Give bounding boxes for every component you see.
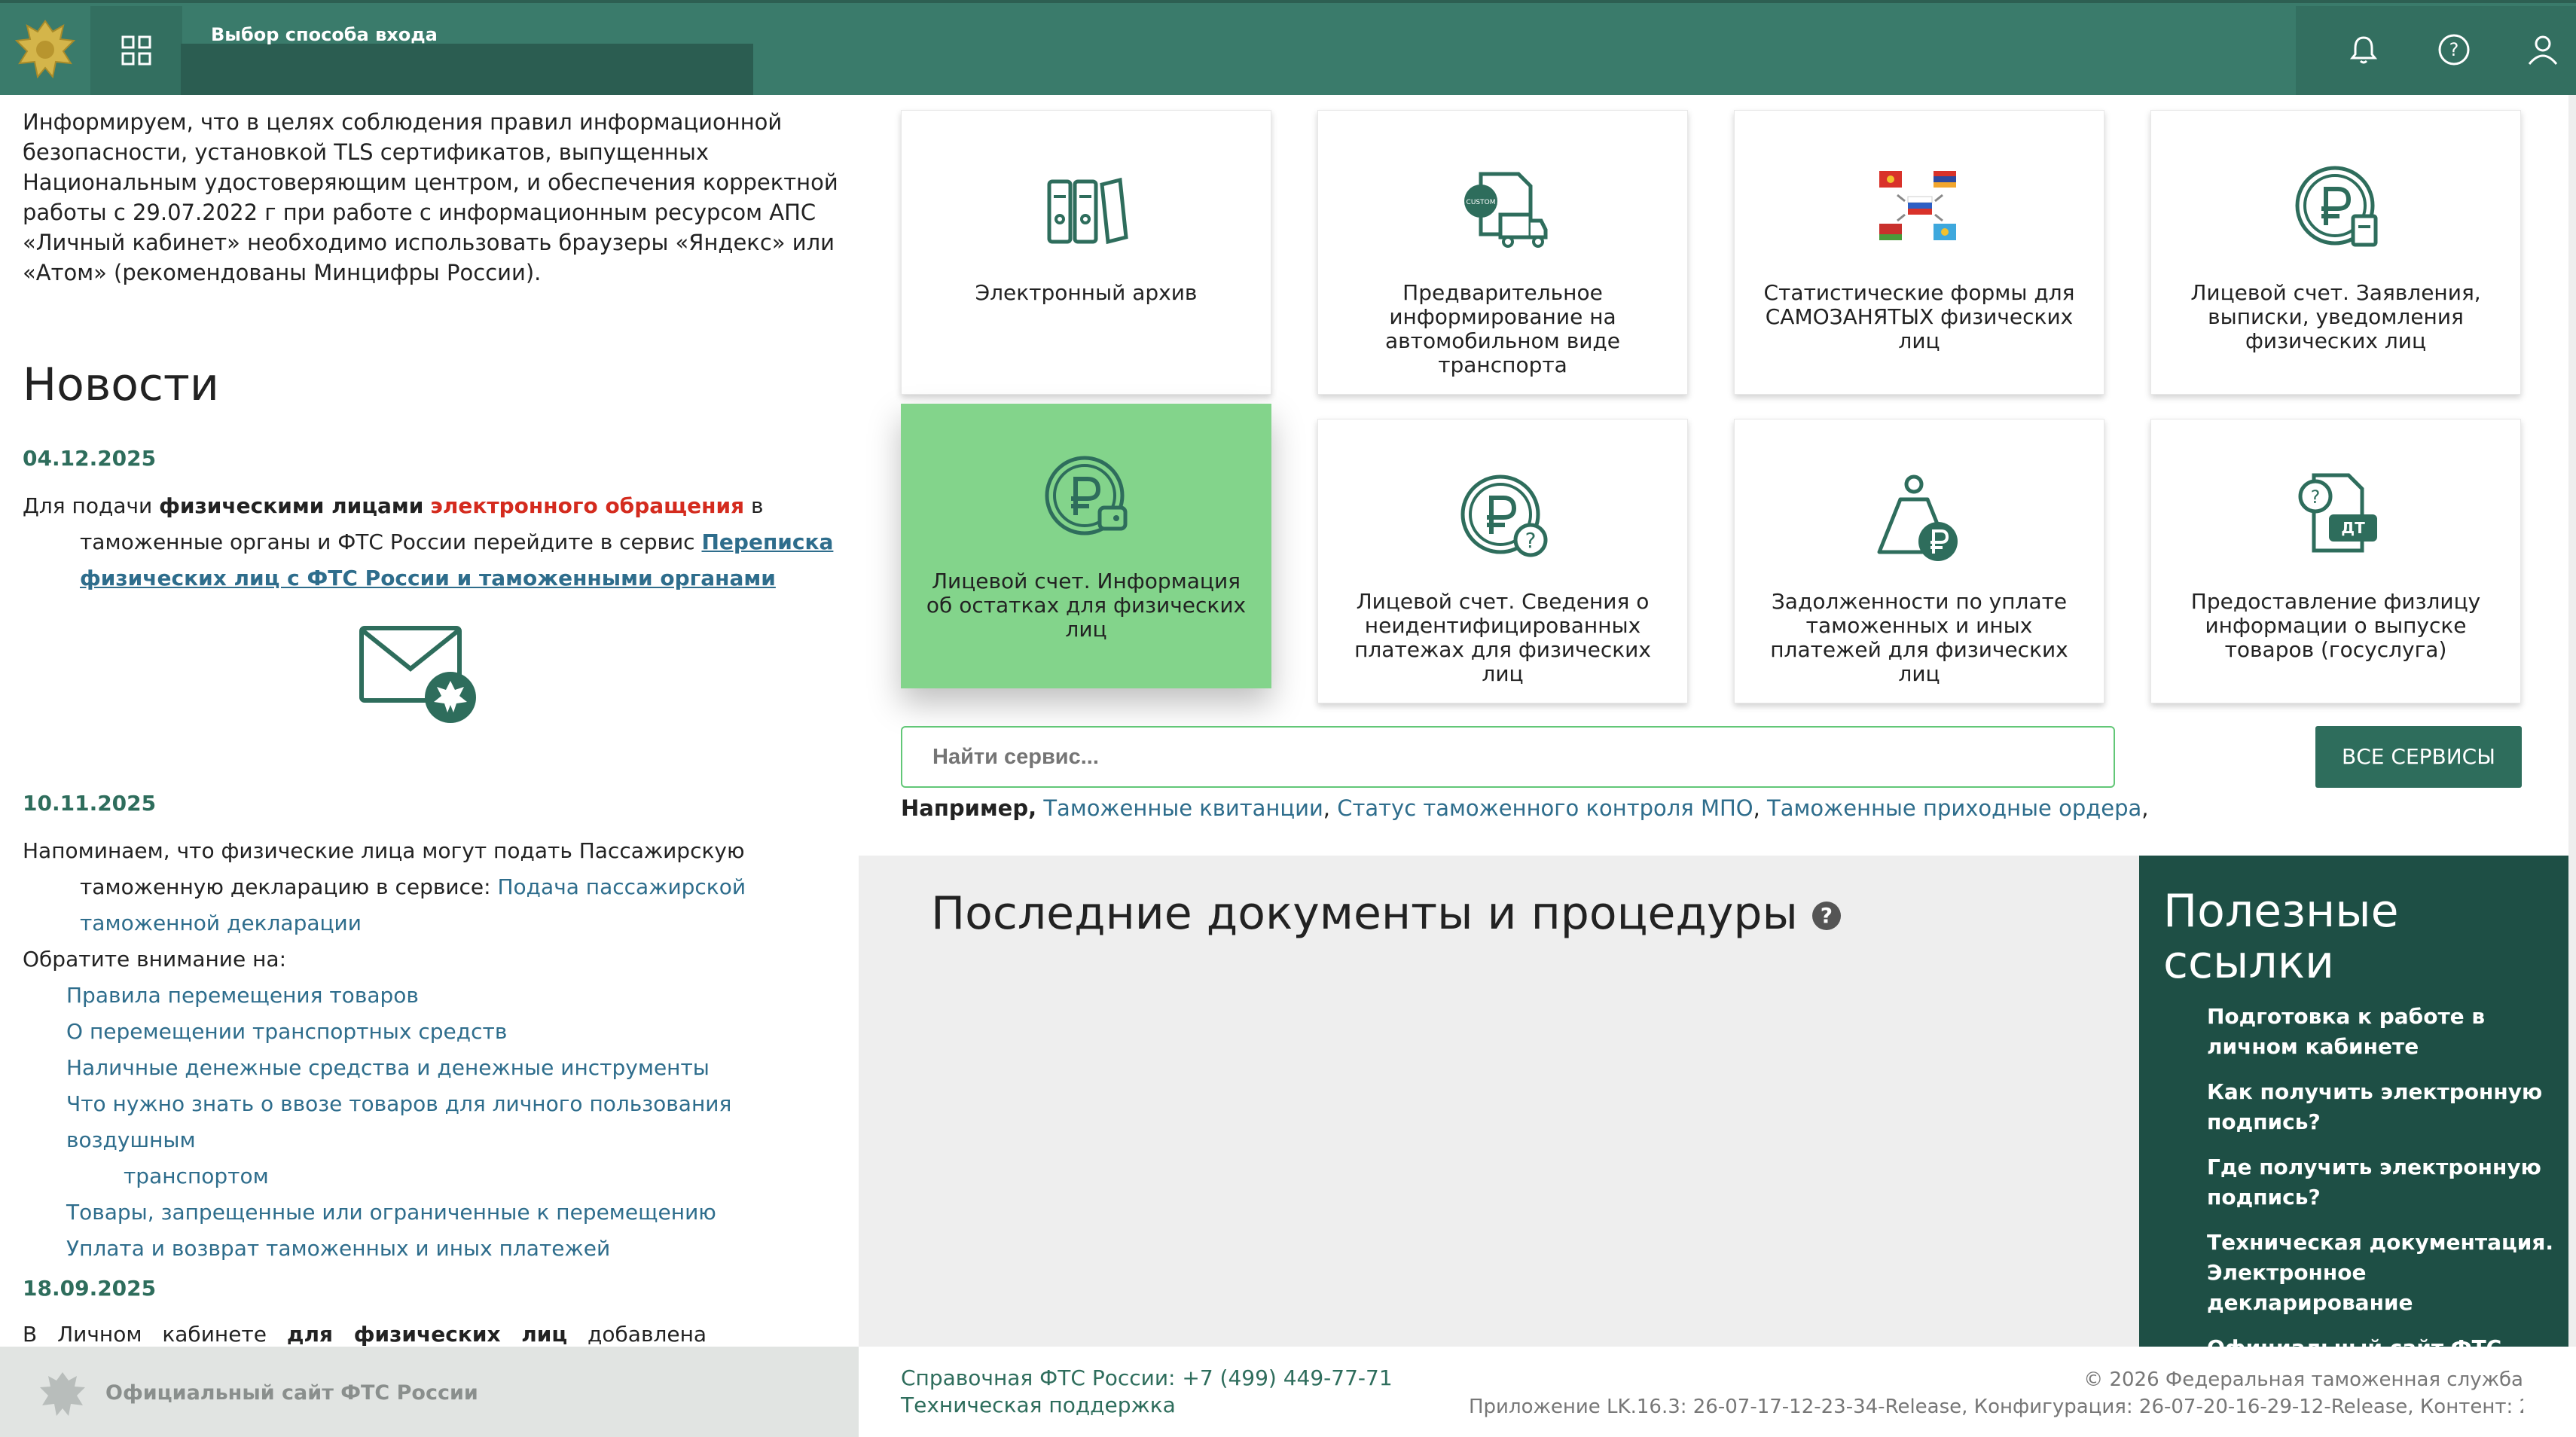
- user-icon[interactable]: [2520, 27, 2565, 72]
- version-info: Приложение LK.16.3: 26-07-17-12-23-34-Re…: [1469, 1396, 2523, 1418]
- service-tile-release-info[interactable]: ? ДТ Предоставление физлицу информации о…: [2150, 419, 2521, 703]
- news-links-list: Правила перемещения товаров О перемещени…: [66, 978, 859, 1267]
- service-tile-debts[interactable]: Задолженности по уплате таможенных и ины…: [1734, 419, 2104, 703]
- news-item-text: В Личном кабинете для физических лиц доб…: [23, 1322, 707, 1347]
- tech-support-link[interactable]: Техническая поддержка: [901, 1392, 1393, 1419]
- ruble-question-icon: ?: [1458, 468, 1549, 566]
- footer-left: Официальный сайт ФТС России: [0, 1347, 859, 1437]
- browser-notice: Информируем, что в целях соблюдения прав…: [23, 109, 838, 285]
- service-tile-unidentified-payments[interactable]: ? Лицевой счет. Сведения о неидентифицир…: [1317, 419, 1688, 703]
- useful-link[interactable]: Где получить электронную подпись?: [2207, 1152, 2561, 1213]
- left-news-panel[interactable]: Информируем, что в целях соблюдения прав…: [0, 95, 859, 1347]
- list-item[interactable]: Правила перемещения товаров: [66, 978, 859, 1014]
- tile-label: Предоставление физлицу информации о выпу…: [2190, 589, 2481, 662]
- weight-ruble-icon: [1875, 468, 1965, 566]
- useful-link[interactable]: Техническая документация. Электронное де…: [2207, 1228, 2561, 1318]
- tile-label: Предварительное информирование на автомо…: [1385, 280, 1620, 377]
- list-item[interactable]: Наличные денежные средства и денежные ин…: [66, 1050, 859, 1086]
- service-tile-account-statements[interactable]: Лицевой счет. Заявления, выписки, уведом…: [2150, 110, 2521, 395]
- useful-link[interactable]: Официальный сайт ФТС России: [2207, 1333, 2561, 1347]
- header-actions: ?: [2296, 6, 2576, 95]
- envelope-emblem-icon[interactable]: [357, 622, 485, 728]
- truck-document-icon: CUSTOM: [1458, 159, 1549, 257]
- useful-link[interactable]: Как получить электронную подпись?: [2207, 1077, 2561, 1137]
- list-item[interactable]: транспортом: [66, 1158, 859, 1194]
- svg-text:?: ?: [2449, 39, 2459, 60]
- declaration-icon: ? ДТ: [2291, 468, 2382, 566]
- bell-icon[interactable]: [2341, 27, 2386, 72]
- tile-label: Лицевой счет. Информация об остатках для…: [926, 569, 1247, 642]
- list-item[interactable]: О перемещении транспортных средств: [66, 1014, 859, 1050]
- apps-grid-button[interactable]: [90, 6, 182, 95]
- fts-emblem-logo[interactable]: [11, 15, 80, 84]
- tile-label: Задолженности по уплате таможенных и ины…: [1770, 589, 2068, 686]
- news-date: 18.09.2025: [23, 1276, 157, 1301]
- copyright: © 2026 Федеральная таможенная служба: [2083, 1368, 2523, 1391]
- news-item-text: Для подачи физическими лицами электронно…: [23, 493, 834, 590]
- scrollbar[interactable]: [2568, 95, 2576, 1347]
- footer-contacts: Справочная ФТС России: +7 (499) 449-77-7…: [901, 1365, 1393, 1419]
- service-tile-archive[interactable]: Электронный архив: [901, 110, 1271, 395]
- page-title: Выбор способа входа: [211, 24, 438, 45]
- official-site-link[interactable]: Официальный сайт ФТС России: [105, 1381, 478, 1405]
- binders-icon: [1042, 159, 1132, 257]
- useful-links-list: Подготовка к работе в личном кабинете Ка…: [2207, 1002, 2561, 1347]
- correspondence-link-cont[interactable]: физических лиц с ФТС России и таможенным…: [80, 566, 776, 590]
- search-input[interactable]: [901, 726, 2115, 788]
- recent-documents-title: Последние документы и процедуры ?: [931, 887, 1841, 940]
- all-services-button[interactable]: ВСЕ СЕРВИСЫ: [2315, 726, 2522, 788]
- service-tile-pre-info[interactable]: CUSTOM Предварительное информирование на…: [1317, 110, 1688, 395]
- svg-text:?: ?: [2311, 487, 2321, 508]
- tile-label: Электронный архив: [975, 280, 1198, 305]
- news-title: Новости: [23, 358, 219, 411]
- footer: Официальный сайт ФТС России Справочная Ф…: [0, 1347, 2576, 1437]
- useful-link[interactable]: Подготовка к работе в личном кабинете: [2207, 1002, 2561, 1062]
- fts-emblem-logo-gray[interactable]: [36, 1368, 89, 1420]
- question-circle-icon[interactable]: ?: [1811, 902, 1841, 931]
- correspondence-link[interactable]: Переписка: [701, 529, 833, 554]
- list-item[interactable]: Уплата и возврат таможенных и иных плате…: [66, 1231, 859, 1267]
- news-item-text: Напоминаем, что физические лица могут по…: [23, 838, 746, 972]
- useful-links-title: Полезные ссылки: [2163, 885, 2399, 989]
- ruble-document-icon: [2291, 159, 2382, 257]
- service-tile-account-balance[interactable]: Лицевой счет. Информация об остатках для…: [901, 404, 1271, 688]
- recent-documents-section: Последние документы и процедуры ?: [859, 856, 2139, 1347]
- useful-links-panel: Полезные ссылки Подготовка к работе в ли…: [2139, 856, 2568, 1347]
- footer-info: © 2026 Федеральная таможенная служба При…: [1469, 1366, 2523, 1420]
- flags-exchange-icon: [1875, 159, 1965, 257]
- search-examples: Например, Таможенные квитанции, Статус т…: [901, 795, 2149, 821]
- news-date: 10.11.2025: [23, 791, 157, 816]
- list-item[interactable]: Что нужно знать о ввозе товаров для личн…: [66, 1086, 859, 1158]
- passenger-declaration-link[interactable]: Подача пассажирской: [498, 874, 746, 899]
- grid-icon: [121, 35, 151, 66]
- example-link[interactable]: Таможенные приходные ордера: [1767, 795, 2141, 821]
- svg-text:CUSTOM: CUSTOM: [1467, 199, 1496, 206]
- news-date: 04.12.2025: [23, 446, 157, 471]
- help-icon[interactable]: ?: [2431, 27, 2477, 72]
- hotline-phone[interactable]: Справочная ФТС России: +7 (499) 449-77-7…: [901, 1365, 1393, 1392]
- service-tile-self-employed[interactable]: Статистические формы для САМОЗАНЯТЫХ физ…: [1734, 110, 2104, 395]
- tile-label: Лицевой счет. Заявления, выписки, уведом…: [2190, 280, 2481, 353]
- services-panel: Электронный архив CUSTOM Предварительное…: [859, 95, 2576, 1347]
- header-subbar: [181, 44, 753, 101]
- ruble-wallet-icon: [1041, 449, 1131, 547]
- list-item[interactable]: Товары, запрещенные или ограниченные к п…: [66, 1194, 859, 1231]
- example-link[interactable]: Таможенные квитанции: [1043, 795, 1323, 821]
- passenger-declaration-link-cont[interactable]: таможенной декларации: [80, 911, 362, 935]
- tile-label: Статистические формы для САМОЗАНЯТЫХ физ…: [1763, 280, 2075, 353]
- top-header: Выбор способа входа ?: [0, 0, 2576, 101]
- svg-text:ДТ: ДТ: [2341, 519, 2365, 537]
- example-link[interactable]: Статус таможенного контроля МПО: [1337, 795, 1753, 821]
- tile-label: Лицевой счет. Сведения о неидентифициров…: [1354, 589, 1651, 686]
- svg-text:?: ?: [1525, 528, 1537, 553]
